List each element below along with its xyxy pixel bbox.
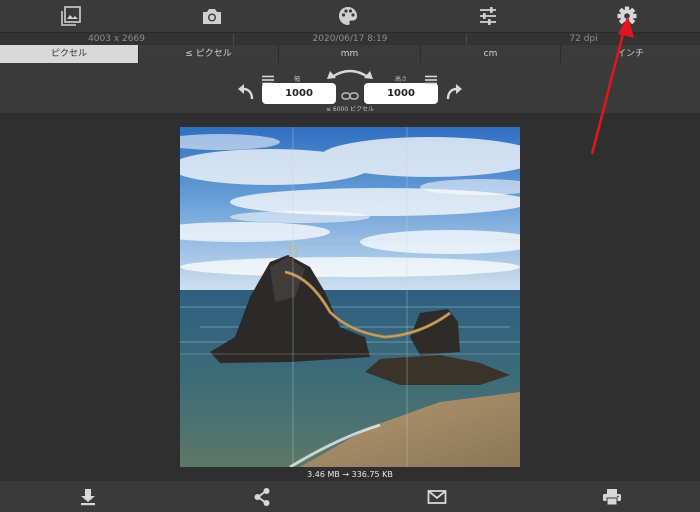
camera-icon[interactable] <box>198 3 226 29</box>
undo-icon[interactable] <box>235 81 257 103</box>
width-menu-icon[interactable] <box>261 70 275 85</box>
height-label: 高さ <box>395 76 408 83</box>
mail-icon[interactable] <box>425 486 449 508</box>
print-icon[interactable] <box>600 486 624 508</box>
width-label: 幅 <box>294 76 301 83</box>
gallery-icon[interactable] <box>57 3 85 29</box>
height-menu-icon[interactable] <box>424 70 438 85</box>
swap-dimensions-icon[interactable] <box>324 65 376 81</box>
annotation-arrow <box>590 16 634 155</box>
bottom-toolbar <box>0 481 700 512</box>
share-icon[interactable] <box>250 486 274 508</box>
file-size-readout: 3.46 MB → 336.75 KB <box>307 470 393 479</box>
download-icon[interactable] <box>76 486 100 508</box>
unit-cm[interactable]: cm <box>420 45 560 63</box>
unit-max-pixel[interactable]: ≤ ピクセル <box>138 45 278 63</box>
redo-icon[interactable] <box>443 81 465 103</box>
image-canvas: 3.46 MB → 336.75 KB <box>0 113 700 485</box>
unit-mm[interactable]: mm <box>278 45 420 63</box>
height-input[interactable]: 1000 <box>364 83 438 104</box>
photo-preview <box>180 127 520 467</box>
unit-pixel[interactable]: ピクセル <box>0 45 138 63</box>
sliders-icon[interactable] <box>474 3 502 29</box>
link-aspect-icon[interactable] <box>341 87 359 100</box>
palette-icon[interactable] <box>334 3 362 29</box>
width-input[interactable]: 1000 <box>262 83 336 104</box>
